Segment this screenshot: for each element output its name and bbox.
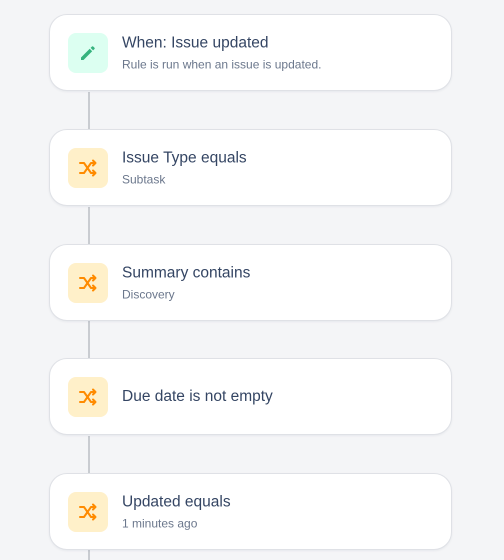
condition-icon-box (68, 492, 108, 532)
shuffle-icon (77, 272, 99, 294)
trigger-card[interactable]: When: Issue updated Rule is run when an … (49, 14, 452, 91)
shuffle-icon (77, 501, 99, 523)
flow-connector (88, 321, 90, 358)
flow-connector (88, 207, 90, 244)
condition-title: Updated equals (122, 493, 231, 510)
flow-connector (88, 436, 90, 473)
condition-title: Summary contains (122, 264, 251, 281)
flow-connector (88, 92, 90, 129)
shuffle-icon (77, 386, 99, 408)
condition-icon-box (68, 148, 108, 188)
condition-subtitle: 1 minutes ago (122, 516, 198, 530)
trigger-subtitle: Rule is run when an issue is updated. (122, 57, 322, 71)
condition-subtitle: Discovery (122, 287, 175, 301)
condition-card-updated[interactable]: Updated equals 1 minutes ago (49, 473, 452, 550)
condition-title: Due date is not empty (122, 387, 273, 405)
pencil-icon (78, 43, 98, 63)
condition-card-issue-type[interactable]: Issue Type equals Subtask (49, 129, 452, 206)
condition-card-due-date[interactable]: Due date is not empty (49, 358, 452, 435)
condition-icon-box (68, 263, 108, 303)
flow-connector (88, 550, 90, 560)
trigger-icon-box (68, 33, 108, 73)
trigger-title: When: Issue updated (122, 34, 269, 51)
condition-card-summary[interactable]: Summary contains Discovery (49, 244, 452, 321)
rule-flow: When: Issue updated Rule is run when an … (0, 0, 504, 560)
condition-subtitle: Subtask (122, 172, 166, 186)
shuffle-icon (77, 157, 99, 179)
condition-title: Issue Type equals (122, 149, 247, 166)
condition-icon-box (68, 377, 108, 417)
